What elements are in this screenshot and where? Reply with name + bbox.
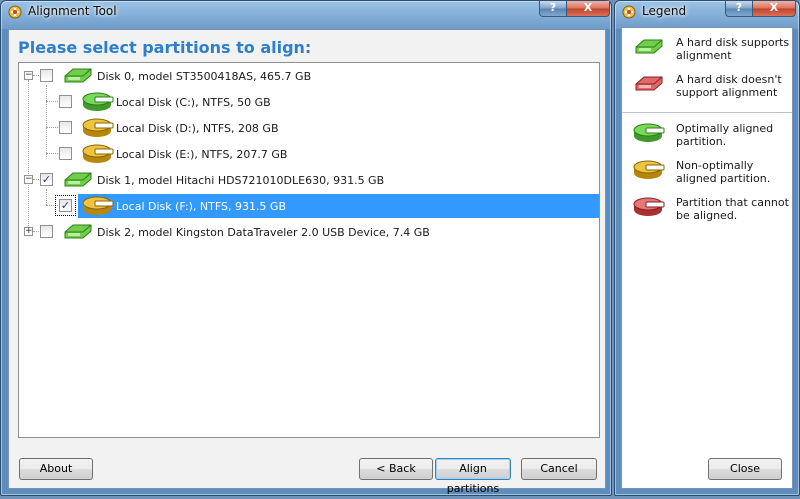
- align-partitions-button[interactable]: Align partitions: [435, 458, 511, 495]
- partition-f-checkbox[interactable]: ✓: [59, 199, 72, 212]
- tree-row-partition-d[interactable]: Local Disk (D:), NTFS, 208 GB: [19, 116, 599, 140]
- main-client-area: Please select partitions to align: − Dis…: [8, 29, 606, 495]
- partition-c-checkbox[interactable]: [59, 95, 72, 108]
- close-icon: X: [583, 1, 593, 14]
- partition-e-checkbox[interactable]: [59, 147, 72, 160]
- help-icon: ?: [549, 1, 557, 14]
- expand-icon[interactable]: +: [24, 227, 33, 236]
- main-help-button[interactable]: ?: [539, 1, 567, 17]
- partition-c-label: Local Disk (C:), NTFS, 50 GB: [116, 96, 271, 109]
- partition-red-icon: [633, 197, 665, 216]
- legend-window: Legend ? X A hard disk supports alignmen…: [614, 0, 800, 496]
- disk-1-label: Disk 1, model Hitachi HDS721010DLE630, 9…: [97, 174, 385, 187]
- disk-green-icon: [64, 68, 92, 83]
- main-close-button[interactable]: X: [566, 1, 610, 17]
- legend-close-action-button[interactable]: Close: [708, 458, 782, 480]
- main-window-title: Alignment Tool: [28, 4, 117, 18]
- legend-text: Optimally aligned partition.: [676, 122, 774, 148]
- tree-row-partition-e[interactable]: Local Disk (E:), NTFS, 207.7 GB: [19, 142, 599, 166]
- about-button[interactable]: About: [19, 458, 93, 480]
- app-icon: [622, 5, 636, 19]
- cancel-button[interactable]: Cancel: [521, 458, 597, 480]
- partition-tree[interactable]: − Disk 0, model ST3500418AS, 465.7 GB Lo…: [18, 62, 600, 438]
- legend-text: A hard disk supports alignment: [676, 36, 790, 62]
- legend-titlebar[interactable]: Legend ? X: [615, 1, 799, 21]
- partition-green-icon: [82, 92, 114, 111]
- disk-green-icon: [64, 172, 92, 187]
- legend-separator: [622, 112, 792, 113]
- partition-green-icon: [633, 123, 665, 142]
- legend-text: A hard disk doesn't support alignment: [676, 73, 782, 99]
- partition-d-label: Local Disk (D:), NTFS, 208 GB: [116, 122, 279, 135]
- disk-2-checkbox[interactable]: [40, 225, 53, 238]
- partition-yellow-icon: [82, 144, 114, 163]
- partition-yellow-icon: [82, 196, 114, 215]
- disk-1-checkbox[interactable]: ✓: [40, 173, 53, 186]
- collapse-icon[interactable]: −: [24, 175, 33, 184]
- legend-close-button[interactable]: X: [752, 1, 796, 17]
- tree-row-partition-c[interactable]: Local Disk (C:), NTFS, 50 GB: [19, 90, 599, 114]
- app-icon: [8, 5, 22, 19]
- collapse-icon[interactable]: −: [24, 71, 33, 80]
- legend-item: Optimally aligned partition.: [632, 122, 786, 150]
- back-button[interactable]: < Back: [359, 458, 433, 480]
- legend-client-area: A hard disk supports alignment A hard di…: [621, 27, 793, 489]
- disk-green-icon: [64, 224, 92, 239]
- disk-0-checkbox[interactable]: [40, 69, 53, 82]
- partition-yellow-icon: [82, 118, 114, 137]
- legend-help-button[interactable]: ?: [725, 1, 753, 17]
- legend-item: Non-optimally aligned partition.: [632, 159, 786, 187]
- disk-0-label: Disk 0, model ST3500418AS, 465.7 GB: [97, 70, 312, 83]
- partition-d-checkbox[interactable]: [59, 121, 72, 134]
- alignment-tool-window: Alignment Tool ? X Please select partiti…: [0, 0, 612, 496]
- partition-yellow-icon: [633, 160, 665, 179]
- tree-row-disk-1[interactable]: − ✓ Disk 1, model Hitachi HDS721010DLE63…: [19, 168, 599, 192]
- legend-item: A hard disk supports alignment: [632, 36, 789, 64]
- tree-row-disk-0[interactable]: − Disk 0, model ST3500418AS, 465.7 GB: [19, 64, 599, 88]
- help-icon: ?: [735, 1, 743, 14]
- disk-red-icon: [635, 76, 663, 91]
- legend-text: Partition that cannot be aligned.: [676, 196, 789, 222]
- legend-item: Partition that cannot be aligned.: [632, 196, 789, 224]
- partition-e-label: Local Disk (E:), NTFS, 207.7 GB: [116, 148, 288, 161]
- partition-f-label: Local Disk (F:), NTFS, 931.5 GB: [116, 200, 287, 213]
- disk-2-label: Disk 2, model Kingston DataTraveler 2.0 …: [97, 226, 430, 239]
- page-heading: Please select partitions to align:: [18, 38, 312, 57]
- main-titlebar[interactable]: Alignment Tool ? X: [1, 1, 611, 21]
- legend-window-title: Legend: [642, 4, 687, 18]
- legend-text: Non-optimally aligned partition.: [676, 159, 771, 185]
- tree-row-partition-f[interactable]: Local Disk (F:), NTFS, 931.5 GB: [78, 194, 599, 218]
- legend-item: A hard disk doesn't support alignment: [632, 73, 786, 101]
- close-icon: X: [769, 1, 779, 14]
- tree-row-disk-2[interactable]: + Disk 2, model Kingston DataTraveler 2.…: [19, 220, 599, 244]
- disk-green-icon: [635, 39, 663, 54]
